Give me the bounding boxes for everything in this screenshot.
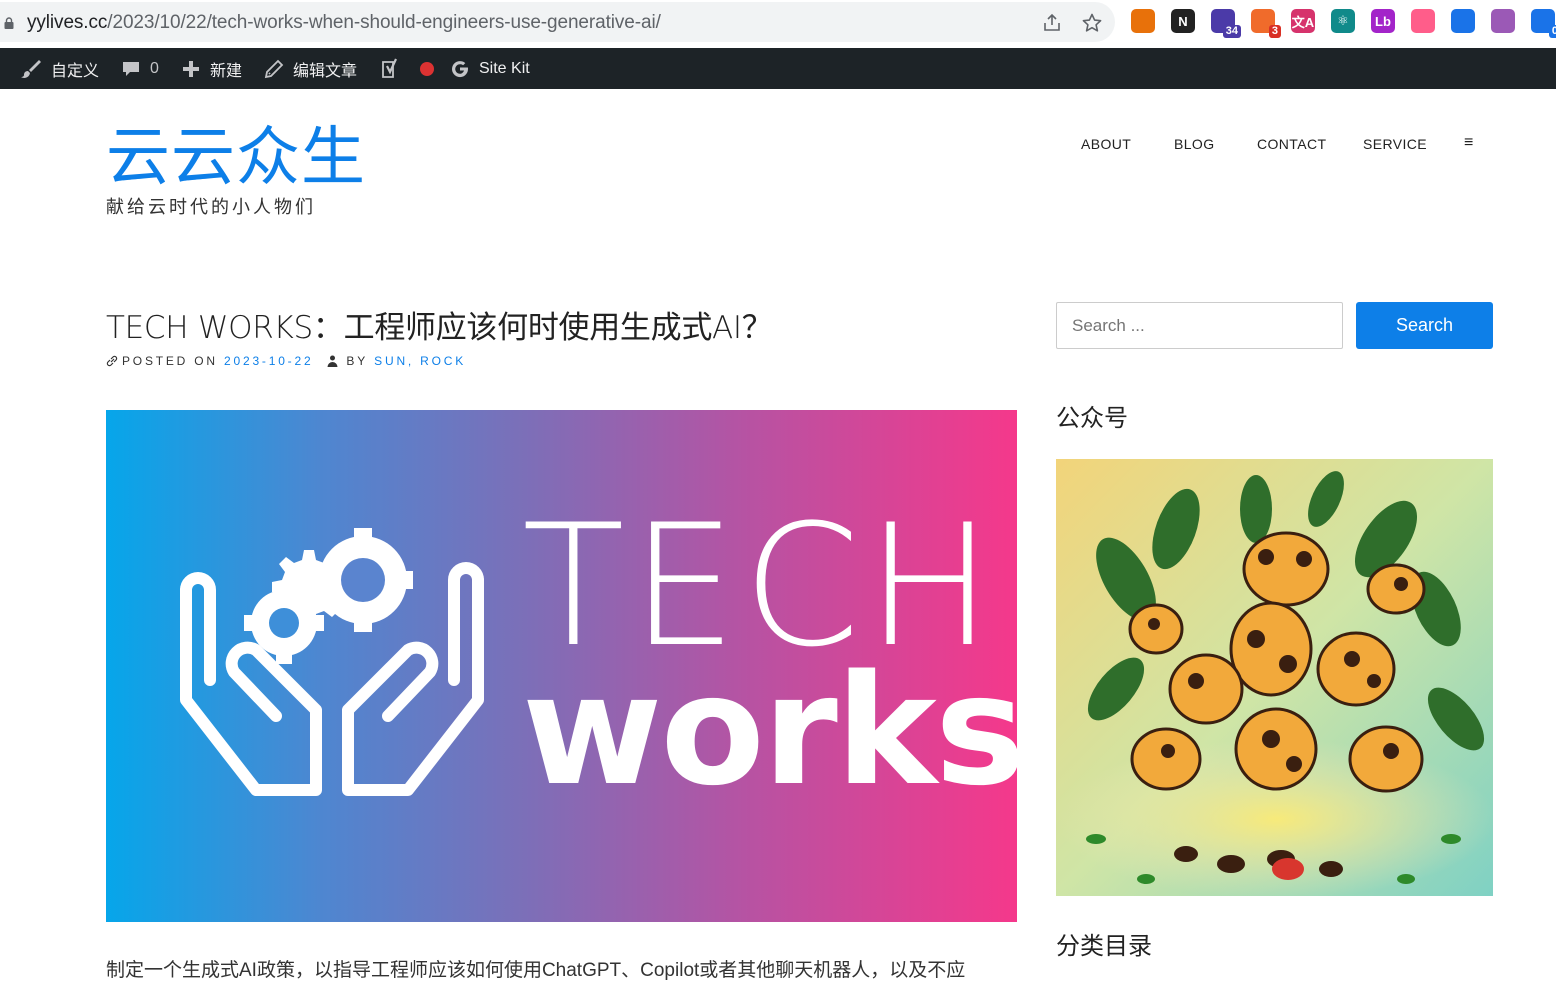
nav-contact[interactable]: CONTACT [1257, 136, 1326, 152]
hands-gears-icon [180, 528, 484, 796]
url-text[interactable]: yylives.cc/2023/10/22/tech-works-when-sh… [27, 12, 661, 34]
translate-ext-icon[interactable]: 文A [1291, 9, 1315, 33]
edit-post-label: 编辑文章 [293, 62, 358, 80]
grid-ext-icon-label: ⚛ [1337, 13, 1349, 28]
nav-blog[interactable]: BLOG [1174, 136, 1215, 152]
google-g-icon [452, 60, 469, 77]
yoast-seo-menu[interactable] [380, 48, 444, 89]
by-label: BY [346, 354, 369, 368]
sync-ext-icon[interactable]: 0 [1531, 9, 1556, 38]
translate-ext-icon-label: 文A [1291, 14, 1315, 30]
nav-service[interactable]: SERVICE [1363, 136, 1427, 152]
paintbrush-icon [21, 59, 41, 78]
site-description: 献给云时代的小人物们 [106, 197, 316, 217]
yoast-icon [382, 58, 397, 78]
url-host: yylives.cc [27, 12, 108, 33]
nav-about[interactable]: ABOUT [1081, 136, 1131, 152]
posted-on-label: POSTED ON [122, 354, 218, 368]
ants-illustration-icon [1056, 459, 1493, 896]
search-input[interactable] [1056, 302, 1343, 349]
customize-link[interactable]: 自定义 [20, 48, 99, 89]
menu-toggle-icon[interactable]: ≡ [1464, 134, 1474, 152]
new-label: 新建 [210, 62, 243, 80]
bookmark-star-icon[interactable] [1081, 12, 1103, 34]
site-kit-link[interactable]: Site Kit [450, 48, 530, 89]
wp-admin-bar: 自定义 0 新建 编辑文章 Site Kit [0, 48, 1556, 89]
new-content-link[interactable]: 新建 [181, 48, 242, 89]
graduation-icon-badge: 34 [1222, 25, 1241, 38]
wechat-account-image [1056, 459, 1493, 896]
post-meta: POSTED ON 2023-10-22 BY SUN, ROCK [106, 354, 466, 368]
graduation-icon[interactable]: 34 [1211, 9, 1241, 38]
hero-works-text: works [522, 642, 1017, 819]
address-bar[interactable]: yylives.cc/2023/10/22/tech-works-when-sh… [0, 2, 1115, 42]
comments-count: 0 [150, 59, 159, 77]
post-date-link[interactable]: 2023-10-22 [224, 354, 313, 368]
circle-ext-icon[interactable] [1131, 9, 1155, 33]
post-excerpt: 制定一个生成式AI政策，以指导工程师应该如何使用ChatGPT、Copilot或… [106, 960, 966, 981]
sync-ext-icon-badge: 0 [1548, 25, 1556, 38]
fire-ext-icon-badge: 3 [1268, 25, 1281, 38]
grid-ext-icon[interactable]: ⚛ [1331, 9, 1355, 33]
widget-title-categories: 分类目录 [1056, 933, 1152, 960]
share-icon[interactable] [1041, 12, 1063, 34]
edit-post-link[interactable]: 编辑文章 [264, 48, 357, 89]
site-kit-label: Site Kit [479, 59, 530, 77]
comment-icon [123, 61, 139, 76]
plus-icon [183, 60, 199, 77]
search-button[interactable]: Search [1356, 302, 1493, 349]
widget-title-wechat: 公众号 [1056, 405, 1128, 432]
cloud-ext-icon[interactable] [1411, 9, 1435, 33]
seo-status-dot-icon [420, 61, 434, 76]
notion-icon-label: N [1178, 13, 1188, 29]
user-icon [327, 355, 338, 367]
post-title: TECH WORKS：工程师应该何时使用生成式AI？ [106, 310, 773, 346]
flag-ext-icon[interactable] [1451, 9, 1475, 33]
pencil-icon [264, 59, 284, 78]
customize-label: 自定义 [51, 62, 100, 80]
openai-icon[interactable] [1491, 9, 1515, 33]
lb-ext-icon[interactable]: Lb [1371, 9, 1395, 33]
lb-ext-icon-label: Lb [1375, 13, 1391, 29]
link-icon [106, 355, 118, 367]
featured-image: TECH works [106, 410, 1017, 922]
comments-link[interactable]: 0 [121, 48, 159, 89]
url-path: /2023/10/22/tech-works-when-should-engin… [107, 12, 661, 33]
notion-icon[interactable]: N [1171, 9, 1195, 33]
author-link[interactable]: SUN, ROCK [374, 354, 466, 368]
browser-toolbar: yylives.cc/2023/10/22/tech-works-when-sh… [0, 0, 1556, 46]
site-title[interactable]: 云云众生 [106, 120, 366, 196]
fire-ext-icon[interactable]: 3 [1251, 9, 1281, 38]
lock-icon[interactable] [4, 17, 14, 29]
